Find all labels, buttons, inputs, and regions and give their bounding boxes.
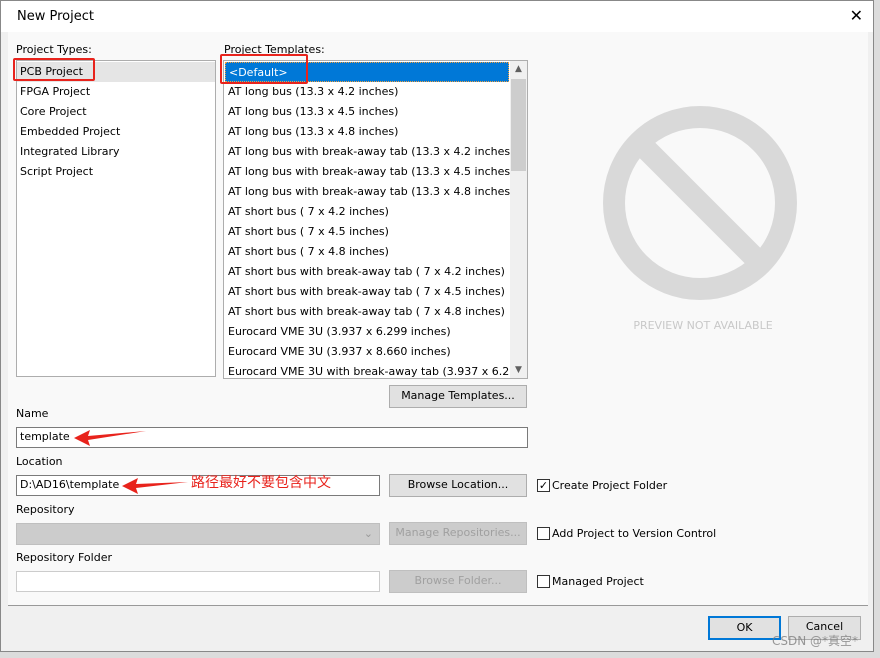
project-type-item[interactable]: FPGA Project [17,82,215,102]
annotation-box-pcb [13,58,95,81]
manage-repositories-button[interactable]: Manage Repositories... [389,522,527,545]
managed-project-label: Managed Project [552,575,644,588]
chevron-down-icon: ⌄ [363,527,373,540]
ok-button[interactable]: OK [708,616,781,640]
name-label: Name [16,407,49,420]
project-type-item[interactable]: Core Project [17,102,215,122]
template-item[interactable]: AT short bus ( 7 x 4.2 inches) [225,202,509,222]
location-label: Location [16,455,63,468]
template-item[interactable]: AT short bus with break-away tab ( 7 x 4… [225,302,509,322]
no-entry-icon [603,106,797,300]
create-project-folder-checkbox[interactable]: ✓ [537,479,550,492]
project-type-item[interactable]: Script Project [17,162,215,182]
preview-text: PREVIEW NOT AVAILABLE [633,319,773,332]
template-item[interactable]: AT short bus with break-away tab ( 7 x 4… [225,262,509,282]
arrow-annotation-location [122,478,188,494]
project-types-list[interactable]: PCB Project FPGA Project Core Project Embed… [16,60,216,377]
browse-location-button[interactable]: Browse Location... [389,474,527,497]
template-item[interactable]: Eurocard VME 3U (3.937 x 6.299 inches) [225,322,509,342]
template-item[interactable]: AT long bus with break-away tab (13.3 x … [225,182,514,202]
window-title: New Project [17,9,94,24]
project-types-label: Project Types: [16,43,92,56]
template-item[interactable]: AT long bus with break-away tab (13.3 x … [225,162,514,182]
template-item[interactable]: AT short bus ( 7 x 4.8 inches) [225,242,509,262]
templates-scrollbar[interactable]: ▲ ▼ [510,61,527,378]
template-item[interactable]: AT long bus with break-away tab (13.3 x … [225,142,514,162]
template-item[interactable]: Eurocard VME 3U (3.937 x 8.660 inches) [225,342,509,362]
repository-folder-input[interactable] [16,571,380,592]
add-version-control-label: Add Project to Version Control [552,527,717,540]
project-type-item[interactable]: Integrated Library [17,142,215,162]
browse-folder-button[interactable]: Browse Folder... [389,570,527,593]
repository-label: Repository [16,503,75,516]
managed-project-checkbox[interactable] [537,575,550,588]
manage-templates-button[interactable]: Manage Templates... [389,385,527,408]
watermark: CSDN @*真空* [772,634,859,648]
create-project-folder-label: Create Project Folder [552,479,668,492]
template-item[interactable]: AT long bus (13.3 x 4.2 inches) [225,82,509,102]
location-annotation: 路径最好不要包含中文 [191,475,331,491]
scroll-thumb[interactable] [511,79,526,171]
arrow-annotation-name [74,430,146,446]
template-item[interactable]: Eurocard VME 3U with break-away tab (3.9… [225,362,527,378]
title-bar: New Project ✕ [1,1,873,32]
template-item[interactable]: AT long bus (13.3 x 4.8 inches) [225,122,509,142]
scroll-down-icon[interactable]: ▼ [510,365,527,375]
template-item[interactable]: AT short bus with break-away tab ( 7 x 4… [225,282,509,302]
close-icon[interactable]: ✕ [850,6,863,25]
annotation-box-default [220,54,308,84]
project-type-item[interactable]: Embedded Project [17,122,215,142]
add-version-control-checkbox[interactable] [537,527,550,540]
template-item[interactable]: AT long bus (13.3 x 4.5 inches) [225,102,509,122]
template-item[interactable]: AT short bus ( 7 x 4.5 inches) [225,222,509,242]
repository-select[interactable]: ⌄ [16,523,380,545]
project-templates-list[interactable]: <Default> AT long bus (13.3 x 4.2 inches)… [223,60,528,379]
scroll-up-icon[interactable]: ▲ [510,64,527,74]
repository-folder-label: Repository Folder [16,551,112,564]
